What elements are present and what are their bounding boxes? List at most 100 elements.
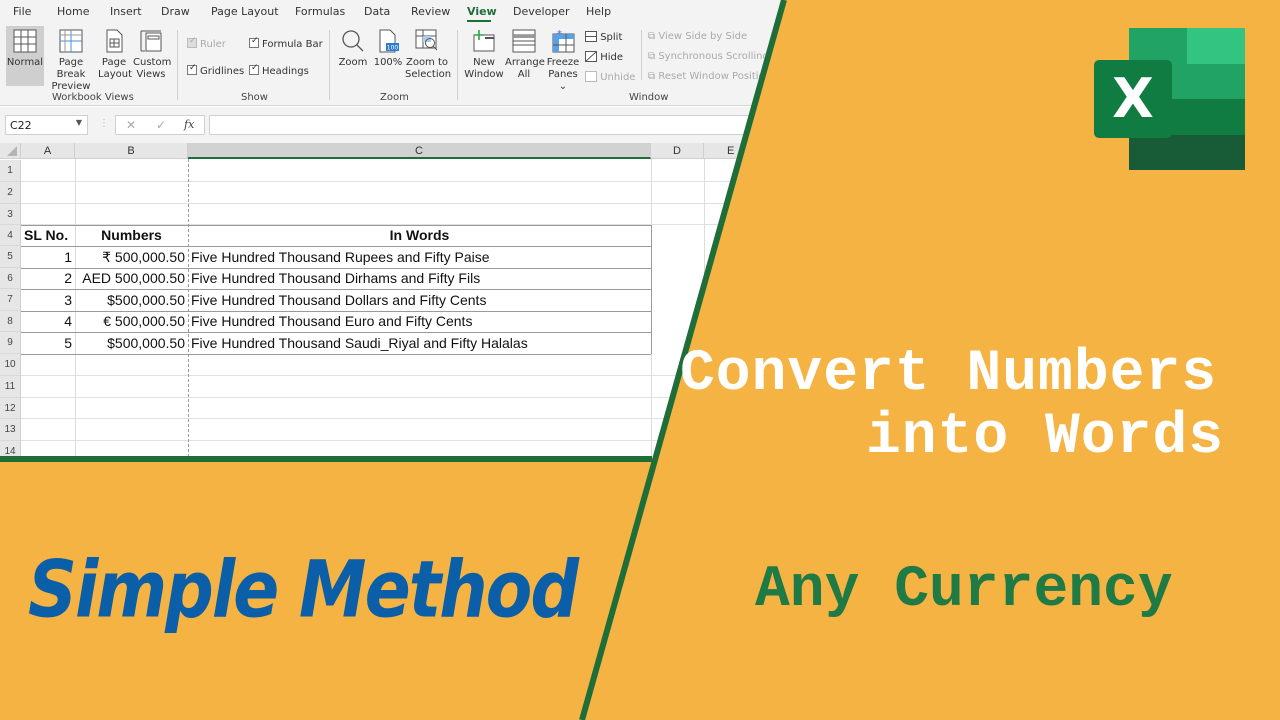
sync-scroll-icon: ⧉ [648, 51, 656, 62]
row-header[interactable]: 5 [0, 246, 21, 268]
cell-sl[interactable]: 3 [21, 289, 75, 311]
magnifier-icon [342, 30, 364, 52]
row-header[interactable]: 10 [0, 354, 21, 376]
row-header[interactable]: 8 [0, 311, 21, 332]
title-line-2: into Words [866, 405, 1225, 470]
split-button[interactable]: Split [585, 31, 622, 43]
cell-number[interactable]: ₹ 500,000.50 [75, 246, 188, 268]
table-row: 4 € 500,000.50 Five Hundred Thousand Eur… [21, 311, 782, 332]
table-border [651, 225, 652, 354]
show-group-label: Show [241, 92, 268, 103]
zoom-to-selection-button[interactable]: Zoom to Selection [405, 29, 451, 81]
row-header[interactable]: 9 [0, 332, 21, 354]
tab-home[interactable]: Home [57, 5, 89, 18]
row-header[interactable]: 2 [0, 182, 21, 204]
header-cell-sl[interactable]: SL No. [21, 225, 75, 246]
row-header[interactable]: 6 [0, 268, 21, 289]
tab-view[interactable]: View [467, 5, 497, 18]
header-cell-words[interactable]: In Words [188, 225, 651, 246]
zoom-selection-icon [415, 29, 438, 51]
tab-page-layout[interactable]: Page Layout [211, 5, 279, 18]
formula-actions: ✕ ✓ fx [115, 115, 205, 135]
cancel-icon[interactable]: ✕ [126, 118, 136, 132]
new-window-button[interactable]: New Window [464, 29, 504, 81]
active-tab-indicator [467, 20, 491, 22]
column-header-c[interactable]: C [188, 143, 651, 159]
gridline [704, 159, 705, 462]
cell-sl[interactable]: 2 [21, 268, 75, 289]
formula-bar-checkbox[interactable]: Formula Bar [249, 36, 323, 50]
column-header-b[interactable]: B [75, 143, 188, 159]
gridlines-checkbox[interactable]: Gridlines [187, 63, 244, 77]
reset-window-position-button[interactable]: ⧉ Reset Window Position [648, 71, 771, 82]
reset-position-icon: ⧉ [648, 71, 656, 82]
row-header[interactable]: 1 [0, 160, 21, 182]
custom-views-button[interactable]: Custom Views [133, 29, 171, 81]
resize-handle-icon[interactable]: ⋮ [99, 118, 109, 129]
tab-data[interactable]: Data [364, 5, 390, 18]
cell-sl[interactable]: 5 [21, 332, 75, 354]
row-header[interactable]: 3 [0, 204, 21, 225]
page-break-preview-button[interactable]: Page Break Preview [46, 29, 96, 93]
row-header[interactable]: 11 [0, 376, 21, 398]
tab-draw[interactable]: Draw [161, 5, 190, 18]
page-layout-button[interactable]: Page Layout [98, 29, 132, 81]
formula-input[interactable] [209, 115, 769, 135]
cell-words[interactable]: Five Hundred Thousand Rupees and Fifty P… [188, 246, 651, 268]
synchronous-scrolling-button[interactable]: ⧉ Synchronous Scrolling [648, 51, 769, 62]
formula-bar: C22 ▼ ⋮ ✕ ✓ fx [0, 107, 782, 143]
insert-function-icon[interactable]: fx [184, 118, 194, 131]
cell-number[interactable]: $500,000.50 [75, 289, 188, 311]
row-header[interactable]: 13 [0, 419, 21, 441]
table-row: 1 ₹ 500,000.50 Five Hundred Thousand Rup… [21, 246, 782, 268]
tab-help[interactable]: Help [586, 5, 611, 18]
headings-checkbox[interactable]: Headings [249, 63, 309, 77]
column-header-a[interactable]: A [21, 143, 75, 159]
cell-number[interactable]: AED 500,000.50 [75, 268, 188, 289]
column-header-e[interactable]: E [704, 143, 782, 159]
enter-icon[interactable]: ✓ [156, 118, 166, 132]
tab-review[interactable]: Review [411, 5, 450, 18]
tab-developer[interactable]: Developer [513, 5, 570, 18]
table-header-row: SL No. Numbers In Words [21, 225, 782, 246]
select-all-corner[interactable] [0, 143, 21, 159]
table-border [21, 289, 651, 290]
zoom-button[interactable]: Zoom [338, 29, 368, 69]
cell-words[interactable]: Five Hundred Thousand Euro and Fifty Cen… [188, 311, 651, 332]
tab-formulas[interactable]: Formulas [295, 5, 345, 18]
arrange-all-button[interactable]: Arrange All [505, 29, 545, 81]
row-header[interactable]: 4 [0, 225, 21, 246]
tab-insert[interactable]: Insert [110, 5, 142, 18]
normal-view-button[interactable]: Normal [6, 26, 44, 86]
side-by-side-icon: ⧉ [648, 31, 656, 42]
cell-sl[interactable]: 1 [21, 246, 75, 268]
custom-views-icon [140, 30, 162, 52]
header-cell-numbers[interactable]: Numbers [75, 225, 188, 246]
row-header[interactable]: 7 [0, 289, 21, 311]
chevron-down-icon[interactable]: ▼ [76, 118, 82, 127]
freeze-panes-button[interactable]: * Freeze Panes ⌄ [545, 29, 581, 93]
unhide-button[interactable]: Unhide [585, 71, 635, 83]
svg-text:*: * [557, 29, 562, 40]
table-border [21, 311, 651, 312]
page-break-icon [59, 29, 83, 53]
cell-number[interactable]: € 500,000.50 [75, 311, 188, 332]
cell-words[interactable]: Five Hundred Thousand Dirhams and Fifty … [188, 268, 651, 289]
cell-sl[interactable]: 4 [21, 311, 75, 332]
cell-number[interactable]: $500,000.50 [75, 332, 188, 354]
grid-row [21, 398, 782, 419]
view-side-by-side-button[interactable]: ⧉ View Side by Side [648, 31, 747, 42]
tab-file[interactable]: File [13, 5, 31, 18]
ruler-checkbox[interactable]: Ruler [187, 36, 226, 50]
column-header-d[interactable]: D [651, 143, 704, 159]
ribbon: Normal Page Break Preview Page Layout Cu… [0, 24, 782, 106]
zoom-100-button[interactable]: 100 100% [373, 29, 403, 69]
hide-button[interactable]: Hide [585, 51, 623, 63]
cell-words[interactable]: Five Hundred Thousand Saudi_Riyal and Fi… [188, 332, 651, 354]
row-header[interactable]: 12 [0, 398, 21, 419]
new-window-icon [473, 30, 495, 52]
grid-row [21, 419, 782, 441]
table-row: 2 AED 500,000.50 Five Hundred Thousand D… [21, 268, 782, 289]
cell-words[interactable]: Five Hundred Thousand Dollars and Fifty … [188, 289, 651, 311]
name-box[interactable]: C22 ▼ [5, 115, 88, 135]
